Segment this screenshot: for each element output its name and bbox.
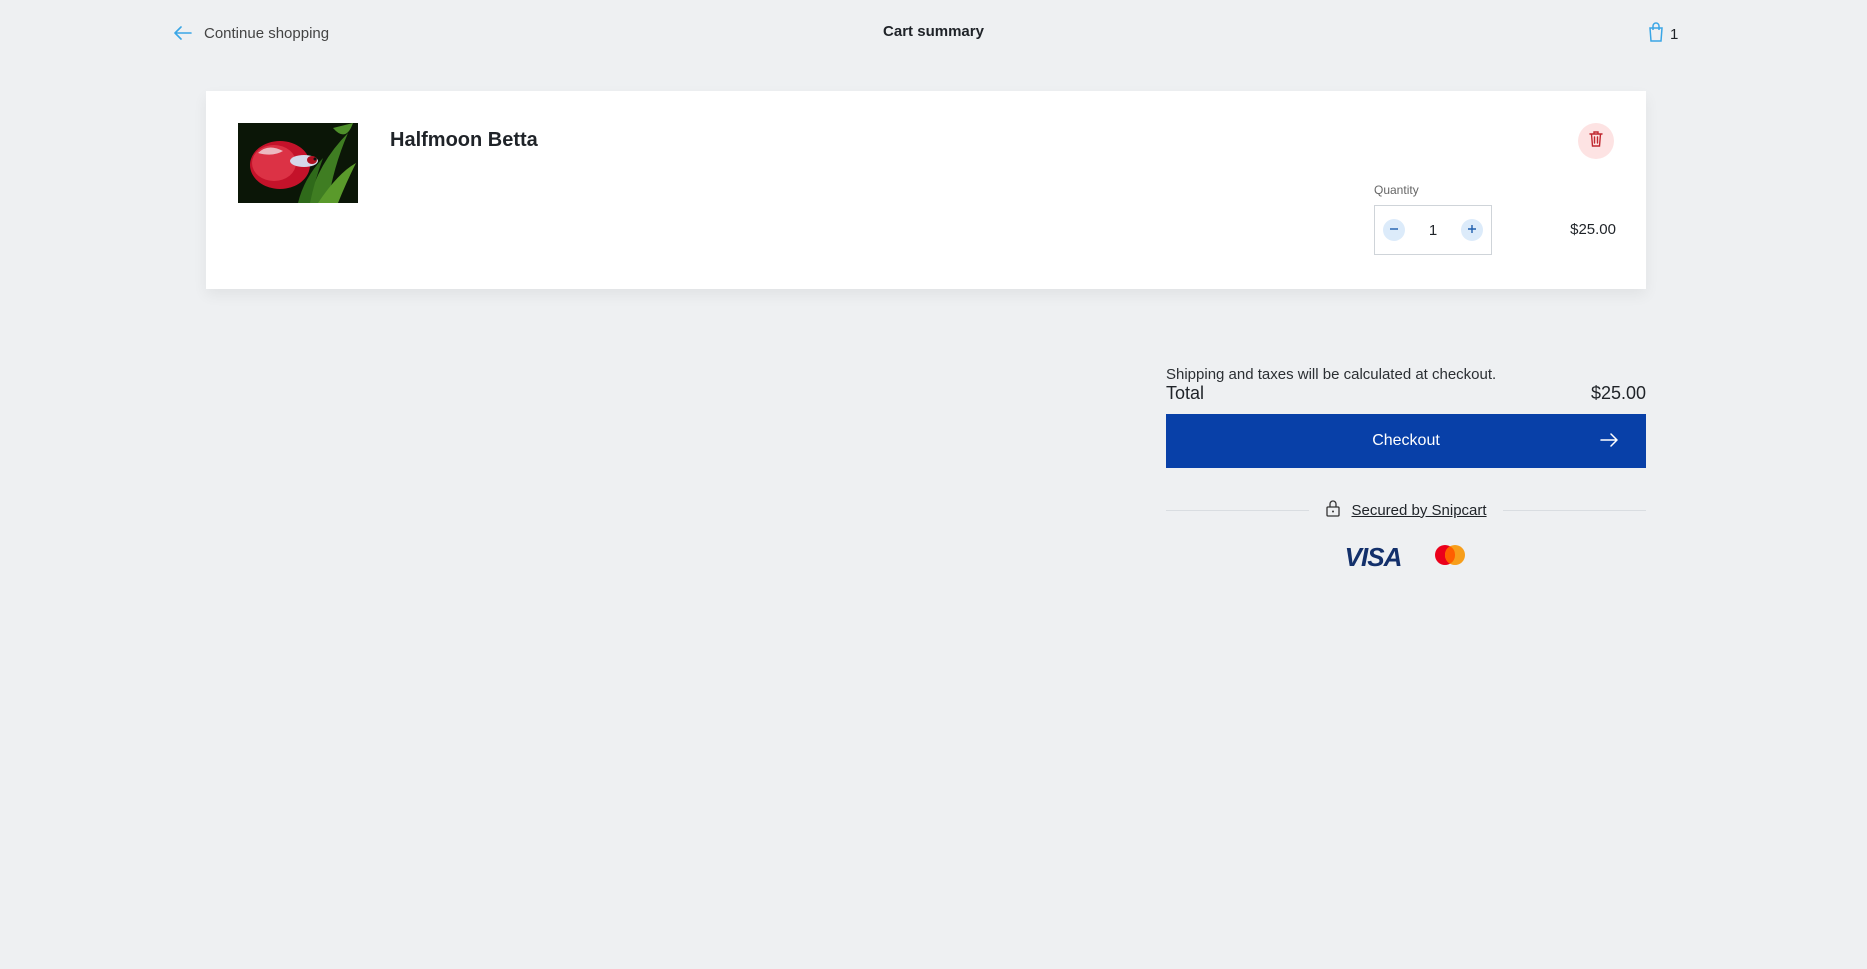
- quantity-value[interactable]: 1: [1418, 222, 1448, 239]
- remove-item-button[interactable]: [1578, 123, 1614, 159]
- plus-icon: [1467, 221, 1477, 239]
- shopping-bag-icon: [1648, 22, 1664, 46]
- checkout-label: Checkout: [1372, 432, 1440, 449]
- lock-icon: [1325, 499, 1341, 522]
- order-summary: Shipping and taxes will be calculated at…: [1166, 366, 1647, 573]
- quantity-stepper: 1: [1374, 205, 1492, 255]
- minus-icon: [1389, 221, 1399, 239]
- shipping-note: Shipping and taxes will be calculated at…: [1166, 366, 1497, 383]
- divider: [1166, 509, 1310, 511]
- arrow-right-icon: [1600, 433, 1618, 452]
- trash-icon: [1589, 130, 1603, 152]
- mastercard-logo-icon: [1433, 544, 1467, 571]
- total-label: Total: [1166, 383, 1205, 403]
- divider: [1502, 509, 1647, 511]
- secured-by-snipcart-link[interactable]: Secured by Snipcart: [1351, 502, 1486, 519]
- cart-count-badge: 1: [1670, 25, 1679, 43]
- cart-button[interactable]: 1: [1648, 22, 1678, 46]
- checkout-button[interactable]: Checkout: [1166, 414, 1646, 468]
- product-name: Halfmoon Betta: [390, 129, 538, 151]
- decrease-quantity-button[interactable]: [1383, 219, 1405, 241]
- cart-item-card: Halfmoon Betta Quantity 1 $25.00: [206, 91, 1646, 289]
- page-title: Cart summary: [883, 23, 984, 40]
- total-value: $25.00: [1590, 383, 1646, 403]
- visa-logo-icon: VISA: [1344, 542, 1403, 572]
- header: Continue shopping Cart summary 1: [0, 0, 1867, 66]
- secured-by-row: Secured by Snipcart: [1166, 499, 1647, 522]
- betta-fish-photo-icon: [238, 123, 358, 203]
- quantity-label: Quantity: [1374, 183, 1419, 197]
- increase-quantity-button[interactable]: [1461, 219, 1483, 241]
- payment-methods: VISA: [1166, 542, 1646, 573]
- total-row: Total $25.00: [1166, 383, 1646, 404]
- item-price: $25.00: [1570, 221, 1616, 238]
- product-image: [238, 123, 358, 203]
